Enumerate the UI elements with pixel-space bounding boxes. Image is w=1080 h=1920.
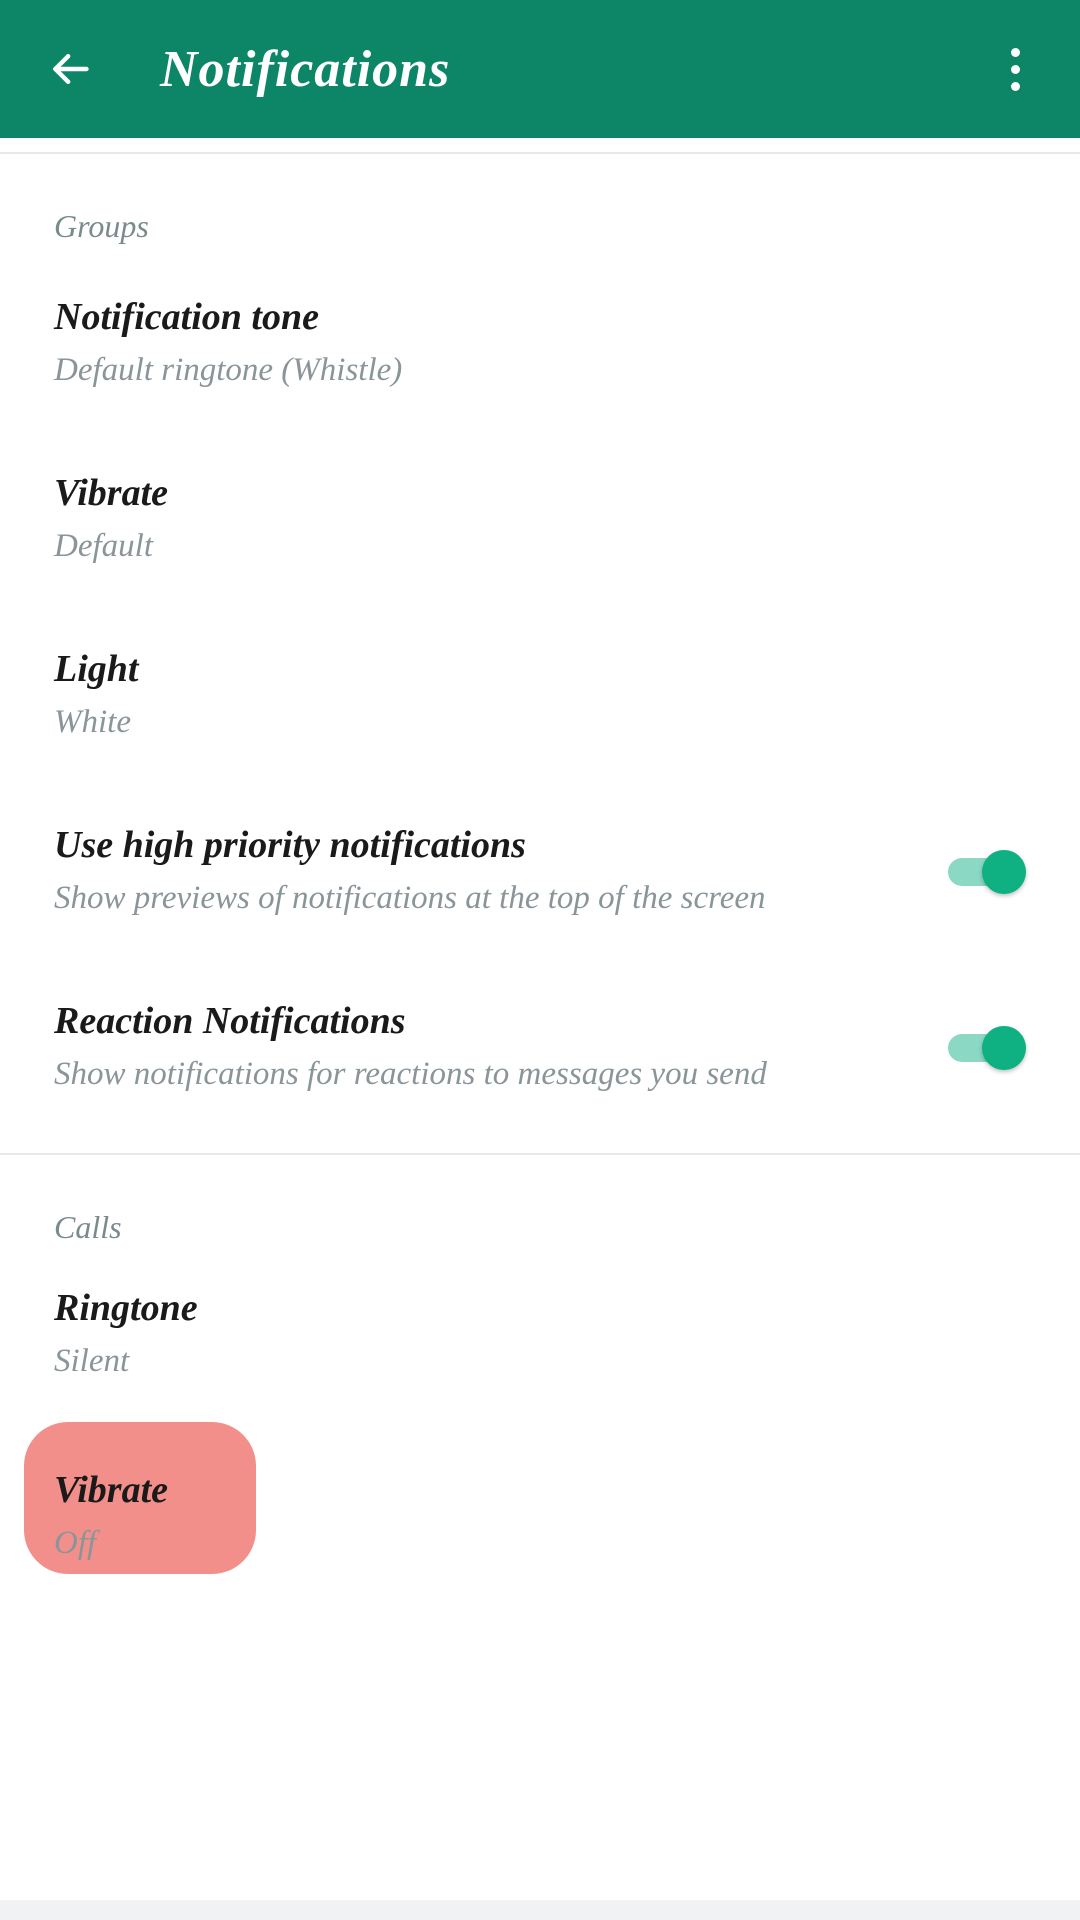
setting-title: Reaction Notifications — [54, 997, 908, 1046]
setting-text: Ringtone Silent — [54, 1284, 1026, 1384]
setting-groups-vibrate[interactable]: Vibrate Default — [0, 431, 1080, 607]
setting-title: Ringtone — [54, 1284, 986, 1333]
more-vertical-icon — [1011, 48, 1020, 57]
more-vertical-icon — [1011, 82, 1020, 91]
back-button[interactable] — [40, 39, 100, 99]
setting-calls-vibrate[interactable]: Vibrate Off — [0, 1422, 1080, 1610]
setting-description: Show previews of notifications at the to… — [54, 876, 908, 921]
arrow-left-icon — [48, 47, 92, 91]
setting-ringtone[interactable]: Ringtone Silent — [0, 1256, 1080, 1422]
setting-value: Silent — [54, 1339, 986, 1384]
section-header-groups: Groups — [0, 154, 1080, 255]
switch-thumb — [982, 1026, 1026, 1070]
setting-light[interactable]: Light White — [0, 607, 1080, 783]
setting-title: Vibrate — [54, 469, 986, 518]
app-header: Notifications — [0, 0, 1080, 138]
setting-description: Show notifications for reactions to mess… — [54, 1052, 908, 1097]
setting-title: Notification tone — [54, 293, 986, 342]
setting-text: Notification tone Default ringtone (Whis… — [54, 293, 1026, 393]
page-title: Notifications — [160, 40, 450, 99]
setting-title: Use high priority notifications — [54, 821, 908, 870]
setting-value: Off — [54, 1521, 986, 1566]
setting-reaction-notifications[interactable]: Reaction Notifications Show notification… — [0, 959, 1080, 1135]
setting-text: Reaction Notifications Show notification… — [54, 997, 948, 1097]
setting-value: Default ringtone (Whistle) — [54, 348, 986, 393]
setting-value: White — [54, 700, 986, 745]
section-header-calls: Calls — [0, 1155, 1080, 1256]
setting-high-priority[interactable]: Use high priority notifications Show pre… — [0, 783, 1080, 959]
more-vertical-icon — [1011, 65, 1020, 74]
setting-value: Default — [54, 524, 986, 569]
setting-text: Vibrate Default — [54, 469, 1026, 569]
setting-text: Light White — [54, 645, 1026, 745]
setting-notification-tone[interactable]: Notification tone Default ringtone (Whis… — [0, 255, 1080, 431]
reaction-toggle[interactable] — [948, 1026, 1026, 1068]
setting-text: Use high priority notifications Show pre… — [54, 821, 948, 921]
high-priority-toggle[interactable] — [948, 850, 1026, 892]
switch-thumb — [982, 850, 1026, 894]
settings-content: Groups Notification tone Default rington… — [0, 154, 1080, 1610]
setting-text: Vibrate Off — [54, 1466, 1026, 1566]
setting-title: Light — [54, 645, 986, 694]
more-options-button[interactable] — [990, 39, 1040, 99]
setting-title: Vibrate — [54, 1466, 986, 1515]
bottom-bar — [0, 1900, 1080, 1920]
